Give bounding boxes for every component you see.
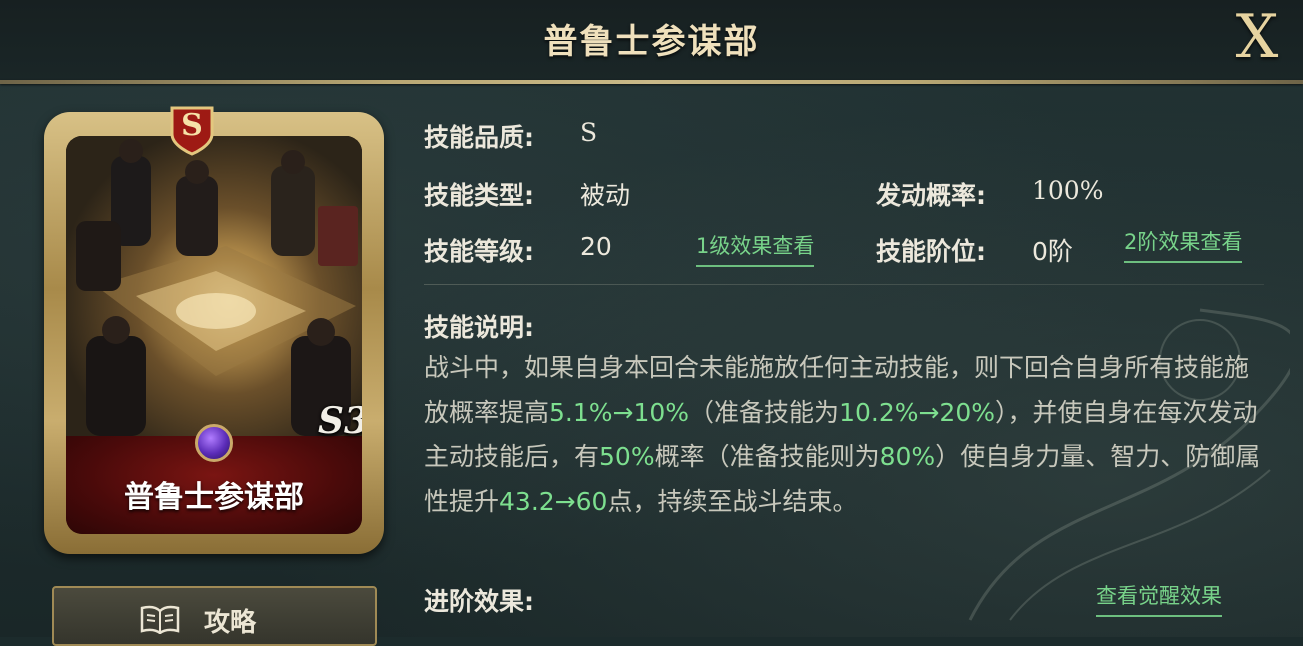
description-text: （准备技能为 [689, 397, 840, 427]
description-highlight: 5.1%→10% [549, 397, 690, 427]
description-text: 概率（准备技能则为 [654, 442, 880, 471]
card-frame: S3 普鲁士参谋部 [66, 136, 362, 534]
quality-label: 技能品质: [424, 123, 534, 152]
trigger-value: 100% [1032, 176, 1104, 205]
description-highlight: 80% [879, 442, 936, 471]
advance-label: 进阶效果: [424, 587, 534, 616]
trigger-label: 发动概率: [876, 181, 986, 210]
level-value: 20 [580, 232, 612, 261]
quality-badge-letter: S [181, 108, 203, 143]
close-button[interactable]: X [1229, 6, 1285, 68]
description-highlight: 50% [599, 442, 655, 471]
war-council-illustration [76, 139, 358, 436]
quality-value: S [580, 118, 598, 147]
section-divider [424, 284, 1264, 285]
card-name: 普鲁士参谋部 [124, 480, 304, 515]
skill-card: S3 普鲁士参谋部 S [44, 106, 384, 554]
purple-gem-icon [195, 424, 233, 462]
level-effect-link[interactable]: 1级效果查看 [696, 230, 815, 267]
tier-effect-link[interactable]: 2阶效果查看 [1124, 226, 1243, 263]
description-highlight: 43.2→60 [499, 486, 608, 516]
description-text: 点，持续至战斗结束。 [607, 486, 858, 516]
description-highlight: 10.2%→20% [839, 397, 995, 427]
guide-label: 攻略 [204, 608, 257, 638]
type-label: 技能类型: [424, 181, 534, 210]
awakening-effect-link[interactable]: 查看觉醒效果 [1096, 580, 1222, 617]
description-label: 技能说明: [424, 313, 534, 342]
tier-label: 技能阶位: [876, 237, 986, 266]
guide-button[interactable]: 攻略 [52, 586, 377, 646]
book-icon [140, 605, 180, 634]
level-label: 技能等级: [424, 237, 534, 266]
tier-value: 0阶 [1032, 237, 1073, 266]
header-divider [0, 80, 1303, 84]
skill-description: 战斗中，如果自身本回合未能施放任何主动技能，则下回合自身所有技能施放概率提高5.… [424, 346, 1264, 524]
card-artwork [66, 136, 362, 436]
grade-mark: S3 [318, 400, 362, 442]
type-value: 被动 [580, 181, 631, 210]
page-title: 普鲁士参谋部 [543, 22, 760, 62]
